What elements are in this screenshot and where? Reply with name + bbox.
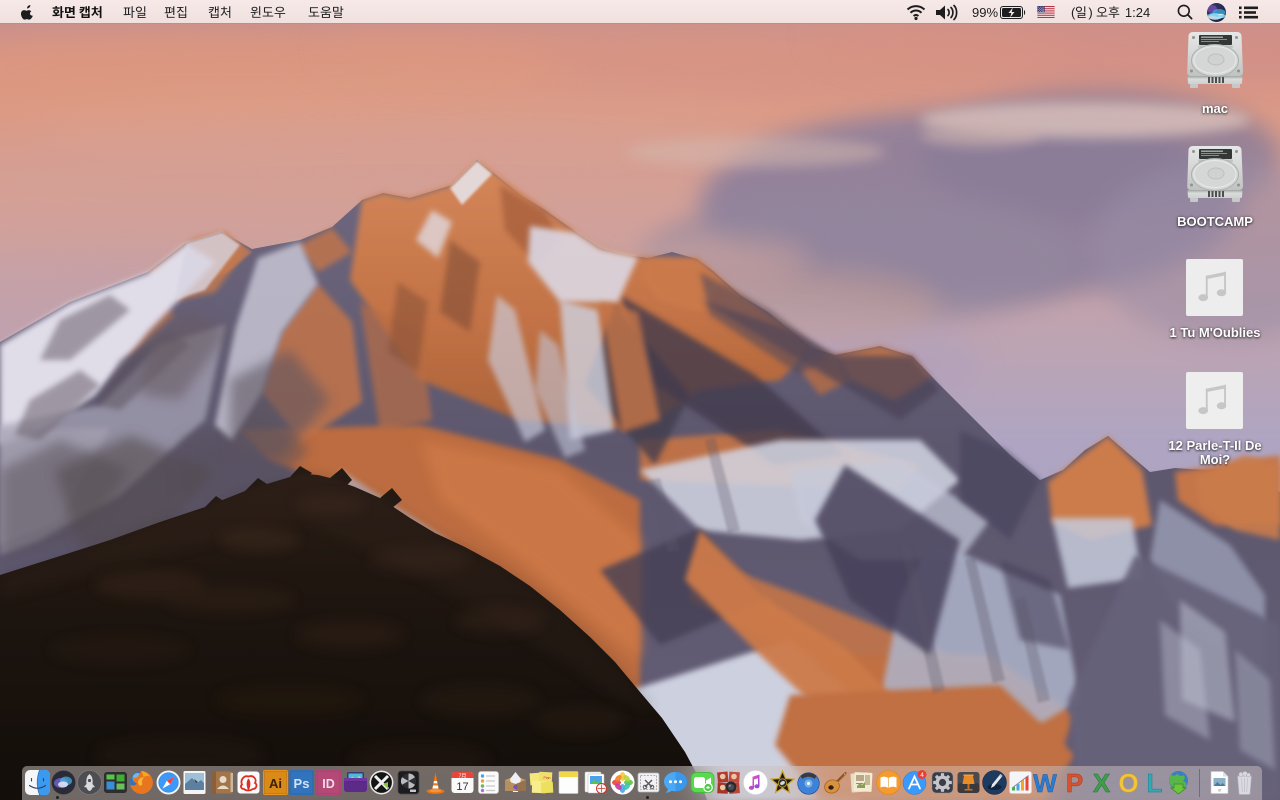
- svg-text:Ai: Ai: [269, 776, 282, 791]
- svg-text:7月: 7月: [458, 774, 466, 780]
- svg-text:W: W: [1033, 770, 1057, 795]
- svg-text:ID: ID: [322, 777, 335, 791]
- svg-text:Plan: Plan: [543, 776, 550, 780]
- svg-text:17: 17: [456, 781, 468, 793]
- svg-text:L: L: [1147, 770, 1163, 795]
- svg-text:X: X: [1092, 770, 1110, 795]
- svg-text:Ps: Ps: [293, 776, 309, 791]
- svg-text:P: P: [1066, 770, 1083, 795]
- svg-text:4: 4: [920, 772, 924, 779]
- svg-text:O: O: [1118, 770, 1138, 795]
